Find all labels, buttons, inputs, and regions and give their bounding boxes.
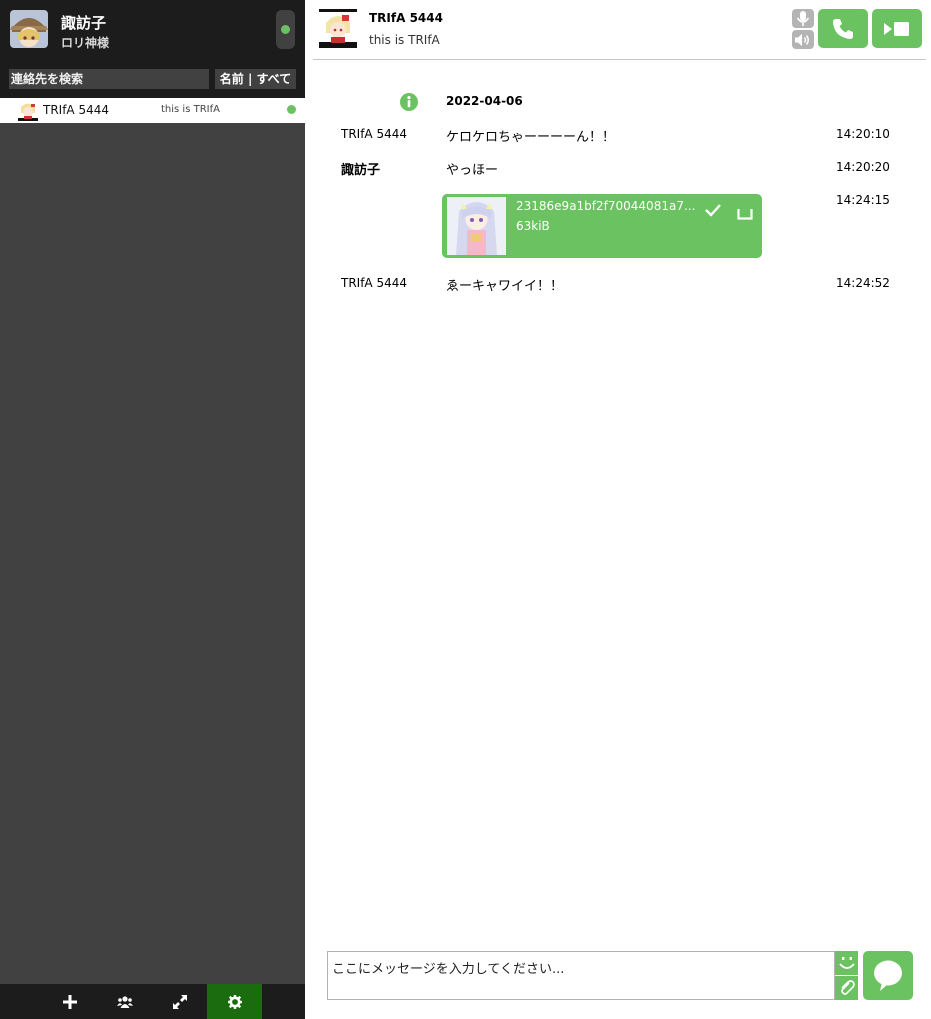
create-group-button[interactable] <box>97 984 152 1019</box>
contact-search-input[interactable] <box>9 69 209 89</box>
attach-file-button[interactable] <box>835 976 858 1000</box>
self-status-message: ロリ神様 <box>61 36 110 50</box>
message-input[interactable] <box>327 951 835 1000</box>
message-timestamp: 14:20:20 <box>836 160 890 174</box>
online-status-dot <box>281 25 290 34</box>
friend-avatar[interactable] <box>319 9 357 48</box>
speech-bubble-icon <box>874 960 902 991</box>
file-transfers-button[interactable] <box>152 984 207 1019</box>
group-icon <box>116 995 133 1008</box>
message-timestamp: 14:24:15 <box>836 193 890 207</box>
sidebar: 諏訪子 ロリ神様 名前 | すべて TRIfA 5444 this is TRI… <box>0 0 305 1019</box>
message-text[interactable]: ゑーキャワイイ！！ <box>446 275 563 294</box>
add-icon <box>62 994 77 1009</box>
file-thumbnail[interactable] <box>447 197 506 255</box>
file-transfer-icon <box>172 994 187 1009</box>
send-button[interactable] <box>863 951 913 1000</box>
add-friend-button[interactable] <box>42 984 97 1019</box>
self-name: 諏訪子 <box>61 14 107 32</box>
info-icon <box>400 93 418 111</box>
message-author[interactable]: TRIfA 5444 <box>341 276 407 290</box>
paperclip-icon <box>840 980 855 995</box>
accept-file-button[interactable] <box>705 202 721 217</box>
video-call-button[interactable] <box>872 9 922 48</box>
video-icon <box>884 21 909 36</box>
file-name: 23186e9a1bf2f70044081a7... <box>516 199 696 213</box>
file-transfer-card[interactable]: 23186e9a1bf2f70044081a7... 63kiB <box>442 194 762 258</box>
contact-status-message: this is TRIfA <box>161 104 220 115</box>
smiley-icon <box>838 957 855 969</box>
microphone-icon <box>796 10 810 26</box>
message-text[interactable]: ケロケロちゃーーーーん！！ <box>446 126 615 145</box>
microphone-button[interactable] <box>792 9 814 28</box>
open-file-button[interactable] <box>737 205 753 220</box>
friend-name: TRIfA 5444 <box>369 11 443 25</box>
bottom-toolbar <box>0 984 305 1019</box>
self-status-button[interactable] <box>276 10 295 49</box>
checkmark-icon <box>705 204 721 217</box>
friend-status-message: this is TRIfA <box>369 33 440 47</box>
self-avatar[interactable] <box>10 10 48 48</box>
settings-icon <box>227 994 242 1009</box>
message-timestamp: 14:20:10 <box>836 127 890 141</box>
contact-item[interactable]: TRIfA 5444 this is TRIfA <box>0 98 305 123</box>
contact-list: TRIfA 5444 this is TRIfA <box>0 98 305 123</box>
volume-icon <box>795 33 809 46</box>
volume-button[interactable] <box>792 30 814 49</box>
message-author[interactable]: 諏訪子 <box>341 159 380 178</box>
message-author[interactable]: TRIfA 5444 <box>341 127 407 141</box>
contact-filter-button[interactable]: 名前 | すべて <box>215 69 296 89</box>
contact-online-dot <box>287 105 296 114</box>
settings-button[interactable] <box>207 984 262 1019</box>
emoji-button[interactable] <box>835 951 858 975</box>
self-profile-panel[interactable]: 諏訪子 ロリ神様 名前 | すべて <box>0 0 305 98</box>
message-timestamp: 14:24:52 <box>836 276 890 290</box>
date-separator: 2022-04-06 <box>446 94 523 108</box>
message-text[interactable]: やっほー <box>446 159 498 178</box>
phone-icon <box>833 18 853 39</box>
contact-avatar <box>18 101 38 121</box>
contact-name: TRIfA 5444 <box>43 103 109 117</box>
open-folder-icon <box>737 209 753 220</box>
message-list[interactable] <box>313 60 926 940</box>
file-size: 63kiB <box>516 219 550 233</box>
audio-call-button[interactable] <box>818 9 868 48</box>
